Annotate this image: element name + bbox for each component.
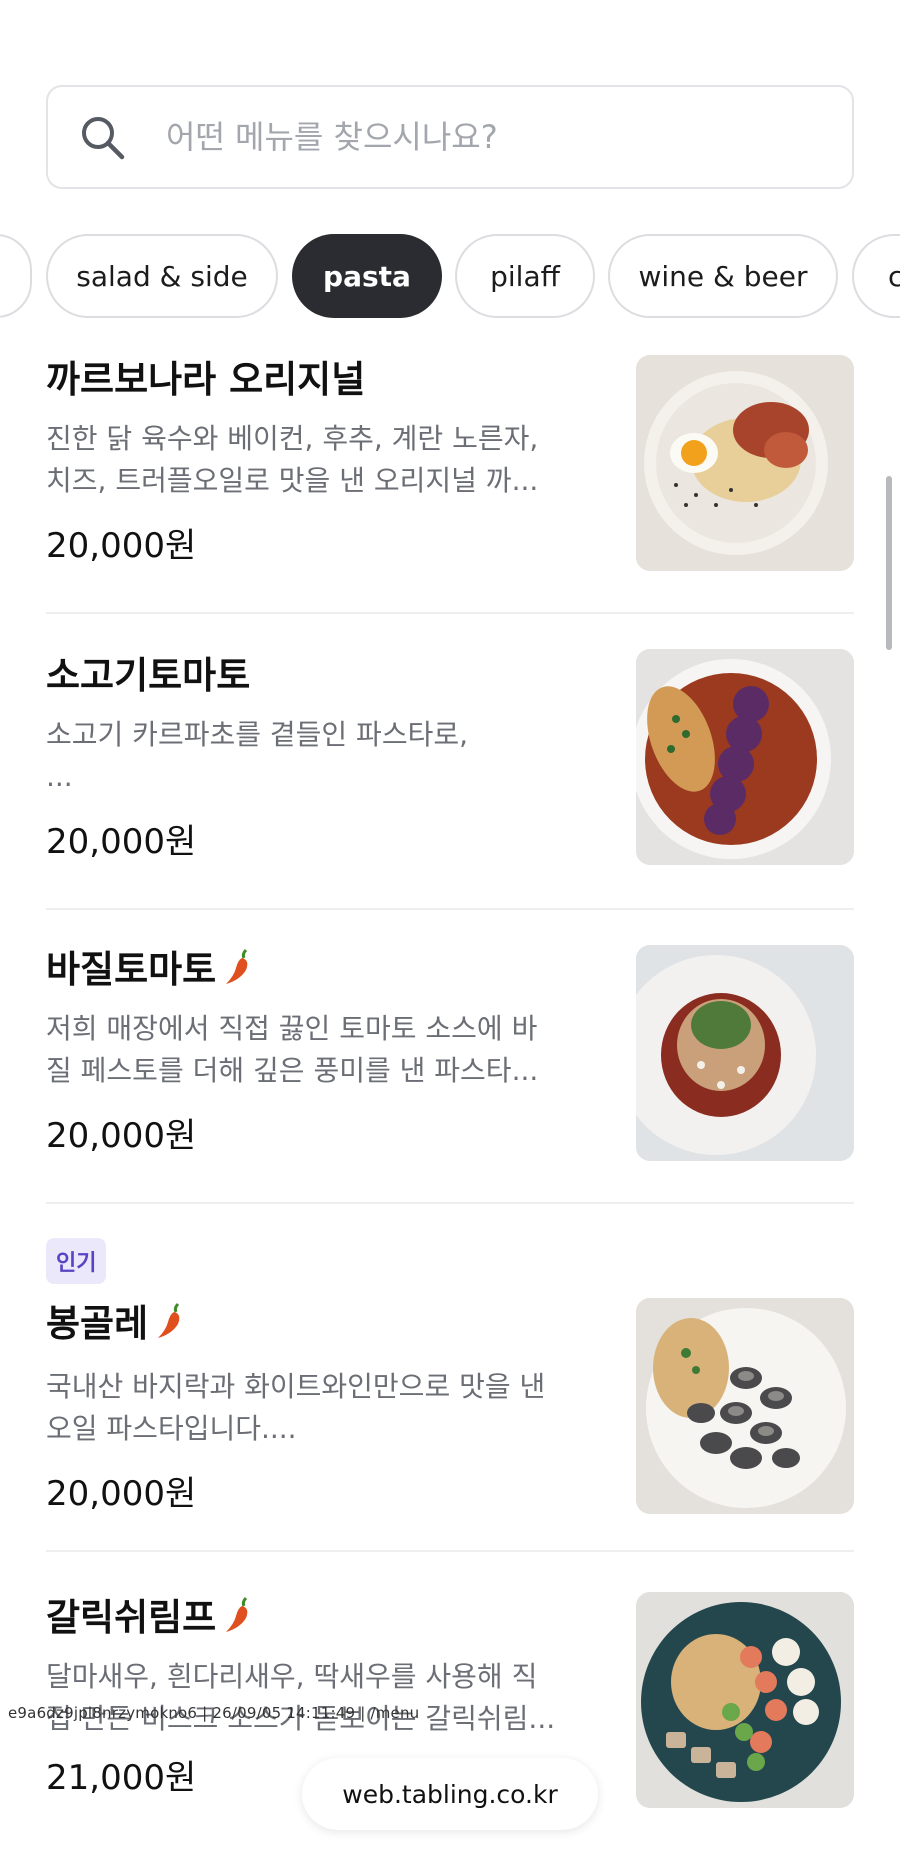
category-chip-previous[interactable] xyxy=(0,234,32,318)
chili-icon xyxy=(158,1302,180,1338)
menu-item-name: 갈릭쉬림프 xyxy=(46,1588,254,1640)
search-icon xyxy=(82,117,125,160)
menu-item-photo xyxy=(636,649,854,865)
menu-item-name: 소고기토마토 xyxy=(46,654,251,697)
menu-item-photo xyxy=(636,1298,854,1514)
url-bar[interactable]: web.tabling.co.kr xyxy=(302,1758,598,1830)
menu-item-price: 20,000원 xyxy=(46,1116,197,1156)
search-input[interactable] xyxy=(164,117,808,157)
menu-item-photo xyxy=(636,945,854,1161)
category-chip-pasta[interactable]: pasta xyxy=(292,234,442,318)
menu-item-basil-tomato[interactable]: 바질토마토 저희 매장에서 직접 끓인 토마토 소스에 바 질 페스토를 더해 … xyxy=(46,940,854,1204)
menu-item-carbonara[interactable]: 까르보나라 오리지널 진한 닭 육수와 베이컨, 후추, 계란 노른자, 치즈,… xyxy=(46,350,854,614)
menu-item-description: 국내산 바지락과 화이트와인만으로 맛을 낸 오일 파스타입니다.... xyxy=(46,1370,546,1445)
watermark-text: e9a6dz9jpl8nrzymokno6 | 26/09/05 14:11:4… xyxy=(8,1704,420,1722)
menu-item-name: 바질토마토 xyxy=(46,940,254,992)
menu-item-price: 20,000원 xyxy=(46,526,197,566)
popular-badge: 인기 xyxy=(46,1238,107,1284)
menu-item-beef-tomato[interactable]: 소고기토마토 소고기 카르파초를 곁들인 파스타로, ... 20,000원 xyxy=(46,646,854,910)
menu-item-price: 20,000원 xyxy=(46,822,197,862)
category-chip-salad-side[interactable]: salad & side xyxy=(46,234,278,318)
menu-item-description: 저희 매장에서 직접 끓인 토마토 소스에 바 질 페스토를 더해 깊은 풍미를… xyxy=(46,1012,539,1087)
menu-item-name: 봉골레 xyxy=(46,1294,186,1346)
menu-item-photo xyxy=(636,355,854,571)
chili-icon xyxy=(226,1596,248,1632)
menu-item-description: 소고기 카르파초를 곁들인 파스타로, ... xyxy=(46,718,469,793)
menu-item-price: 21,000원 xyxy=(46,1758,197,1798)
category-tabs: salad & side pasta pilaff wine & beer c xyxy=(0,234,900,318)
menu-item-photo xyxy=(636,1592,854,1808)
menu-item-description: 달마새우, 흰다리새우, 딱새우를 사용해 직 접 만든 비스크 소스가 돋보이… xyxy=(46,1660,556,1735)
chili-icon xyxy=(226,948,248,984)
menu-item-name: 까르보나라 오리지널 xyxy=(46,358,366,401)
menu-item-description: 진한 닭 육수와 베이컨, 후추, 계란 노른자, 치즈, 트러플오일로 맛을 … xyxy=(46,422,539,497)
menu-item-vongole[interactable]: 인기 봉골레 국내산 바지락과 화이트와인만으로 맛을 낸 오일 파스타입니다.… xyxy=(46,1238,854,1554)
category-chip-wine-beer[interactable]: wine & beer xyxy=(608,234,838,318)
category-chip-next[interactable]: c xyxy=(852,234,900,318)
search-bar[interactable] xyxy=(46,85,854,189)
scrollbar[interactable] xyxy=(886,476,892,650)
menu-item-price: 20,000원 xyxy=(46,1474,197,1514)
category-chip-pilaff[interactable]: pilaff xyxy=(455,234,595,318)
